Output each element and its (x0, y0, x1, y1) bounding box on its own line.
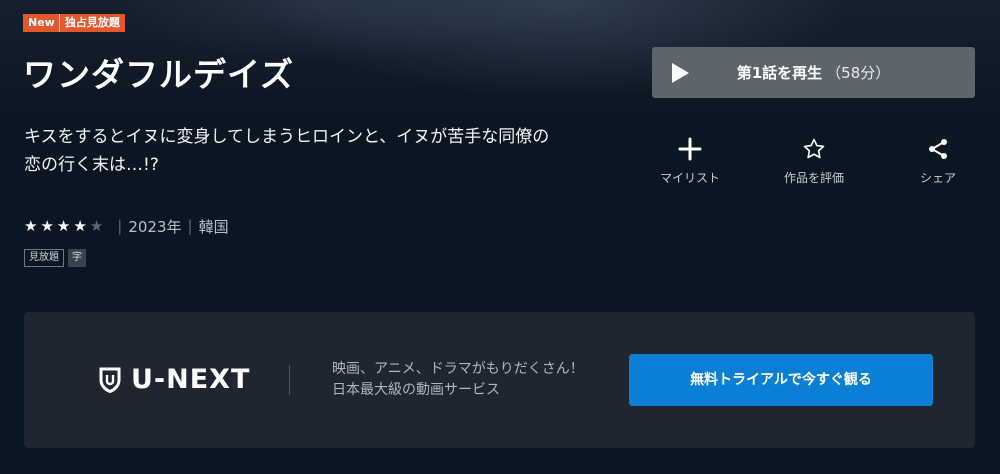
promo-copy: 映画、アニメ、ドラマがもりだくさん！ 日本最大級の動画サービス (332, 359, 584, 401)
unext-logo: U-NEXT (99, 363, 250, 397)
star-outline-icon (769, 134, 859, 164)
release-year: 2023年 (128, 217, 182, 236)
meta-row: ★ ★ ★ ★ ★ | 2023年 | 韓国 (24, 216, 229, 236)
rating-stars: ★ ★ ★ ★ ★ (24, 216, 103, 236)
shield-logo-icon (99, 367, 121, 393)
rate-button[interactable]: 作品を評価 (769, 134, 859, 186)
star-icon: ★ (56, 217, 71, 235)
tag-group: 見放題 字 (24, 249, 86, 267)
promo-line-2: 日本最大級の動画サービス (332, 382, 500, 398)
svod-tag: 見放題 (24, 249, 64, 267)
star-icon: ★ (89, 217, 104, 235)
country: 韓国 (198, 217, 229, 236)
synopsis: キスをするとイヌに変身してしまうヒロインと、イヌが苦手な同僚の恋の行く末は…!? (24, 127, 550, 175)
page-title: ワンダフルデイズ (23, 55, 295, 94)
star-icon: ★ (73, 217, 87, 235)
play-label-text: 第1話を再生 (736, 64, 823, 82)
divider: | (187, 217, 193, 235)
star-icon: ★ (40, 217, 54, 235)
share-label: シェア (919, 171, 956, 185)
plus-icon (645, 134, 735, 164)
new-badge: New (23, 14, 60, 32)
episode-duration: （58分） (826, 64, 891, 82)
play-episode-button[interactable]: 第1話を再生 （58分） (652, 47, 975, 98)
star-icon: ★ (24, 217, 38, 235)
promo-line-1: 映画、アニメ、ドラマがもりだくさん！ (332, 361, 584, 377)
play-icon (672, 63, 689, 83)
subtitle-tag: 字 (68, 249, 86, 267)
free-trial-button[interactable]: 無料トライアルで今すぐ観る (629, 354, 933, 406)
mylist-label: マイリスト (659, 171, 720, 185)
signup-banner: U-NEXT 映画、アニメ、ドラマがもりだくさん！ 日本最大級の動画サービス 無… (24, 312, 975, 448)
mylist-button[interactable]: マイリスト (645, 134, 735, 186)
logo-text: U-NEXT (131, 364, 251, 395)
rate-label: 作品を評価 (783, 171, 844, 185)
exclusive-badge: 独占見放題 (59, 14, 125, 32)
share-button[interactable]: シェア (893, 134, 983, 186)
play-button-label: 第1話を再生 （58分） (652, 62, 975, 83)
divider (289, 365, 290, 395)
badge-group: New 独占見放題 (23, 14, 125, 32)
divider: | (117, 217, 123, 235)
action-bar: マイリスト 作品を評価 シェア (652, 134, 975, 194)
share-icon (893, 134, 983, 164)
